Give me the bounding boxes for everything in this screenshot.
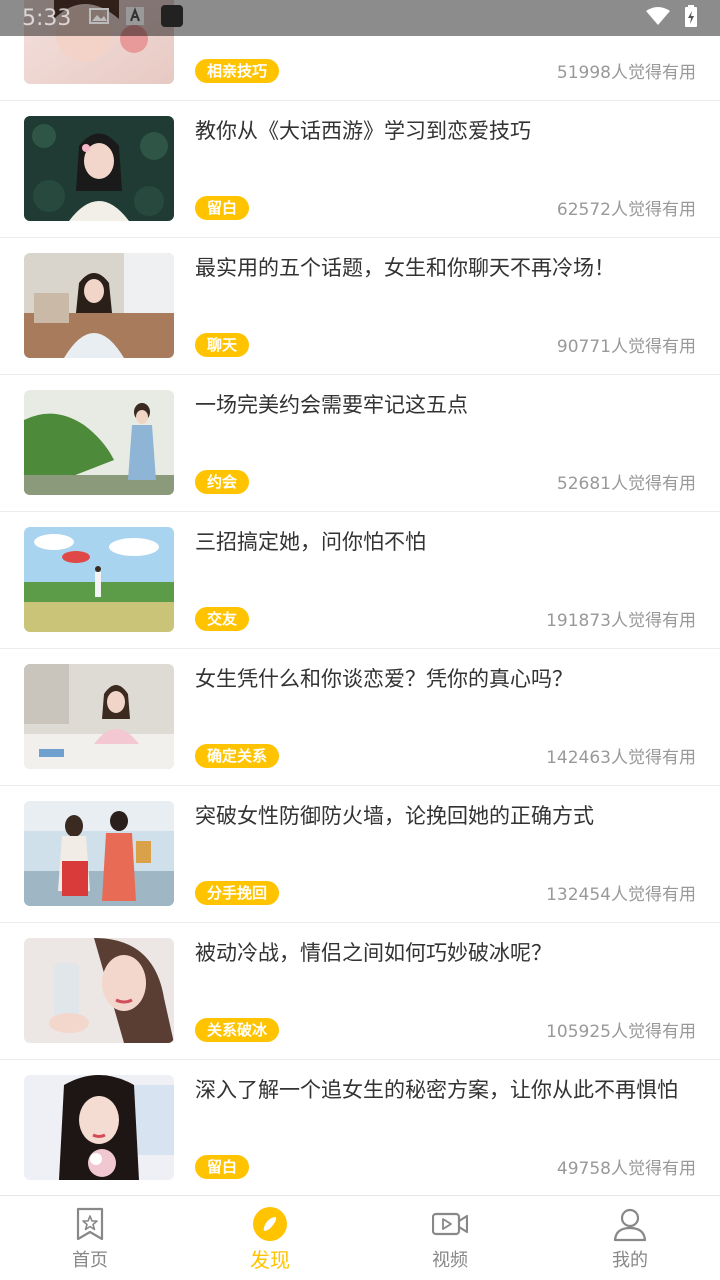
- bookmark-star-icon: [72, 1206, 108, 1242]
- useful-count: 142463人觉得有用: [546, 748, 696, 768]
- wifi-icon: [646, 7, 670, 29]
- bottom-tab-bar: 首页 发现 视频 我的: [0, 1195, 720, 1280]
- useful-count: 105925人觉得有用: [546, 1022, 696, 1042]
- tab-mine[interactable]: 我的: [540, 1196, 720, 1280]
- article-tag: 确定关系: [195, 744, 280, 768]
- compass-icon: [252, 1206, 288, 1242]
- status-bar: 5:33: [0, 0, 720, 36]
- article-thumbnail: [24, 938, 174, 1043]
- useful-count: 52681人觉得有用: [556, 474, 696, 494]
- article-tag: 留白: [195, 196, 250, 220]
- article-title: 最实用的五个话题，女生和你聊天不再冷场！: [195, 256, 615, 280]
- article-item[interactable]: 最实用的五个话题，女生和你聊天不再冷场！ 聊天 90771人觉得有用: [0, 238, 720, 375]
- article-item[interactable]: 一场完美约会需要牢记这五点 约会 52681人觉得有用: [0, 375, 720, 512]
- user-icon: [612, 1206, 648, 1242]
- article-thumbnail: [24, 801, 174, 906]
- article-tag: 相亲技巧: [195, 59, 280, 83]
- article-item[interactable]: 被动冷战，情侣之间如何巧妙破冰呢？ 关系破冰 105925人觉得有用: [0, 923, 720, 1060]
- tab-discover[interactable]: 发现: [180, 1196, 360, 1280]
- article-title: 教你从《大话西游》学习到恋爱技巧: [195, 119, 531, 143]
- tab-label: 发现: [250, 1248, 290, 1272]
- article-thumbnail: [24, 1075, 174, 1180]
- article-title: 女生凭什么和你谈恋爱？凭你的真心吗？: [195, 667, 573, 691]
- tab-video[interactable]: 视频: [360, 1196, 540, 1280]
- article-item[interactable]: 深入了解一个追女生的秘密方案，让你从此不再惧怕 留白 49758人觉得有用: [0, 1060, 720, 1197]
- article-tag: 约会: [195, 470, 250, 494]
- battery-icon: [684, 5, 698, 31]
- tab-home[interactable]: 首页: [0, 1196, 180, 1280]
- font-icon: [125, 6, 145, 30]
- article-thumbnail: [24, 116, 174, 221]
- article-tag: 交友: [195, 607, 250, 631]
- article-thumbnail: [24, 253, 174, 358]
- article-tag: 留白: [195, 1155, 250, 1179]
- article-title: 被动冷战，情侣之间如何巧妙破冰呢？: [195, 941, 552, 965]
- useful-count: 132454人觉得有用: [546, 885, 696, 905]
- article-thumbnail: [24, 527, 174, 632]
- article-tag: 关系破冰: [195, 1018, 280, 1042]
- gallery-icon: [89, 7, 110, 29]
- article-item[interactable]: 三招搞定她，问你怕不怕 交友 191873人觉得有用: [0, 512, 720, 649]
- article-list: 相亲技巧 51998人觉得有用 教你从《大话西游》学习到恋爱技巧 留白 6257…: [0, 0, 720, 1197]
- useful-count: 90771人觉得有用: [556, 337, 696, 357]
- article-tag: 聊天: [195, 333, 250, 357]
- article-thumbnail: [24, 664, 174, 769]
- useful-count: 51998人觉得有用: [556, 63, 696, 83]
- status-time: 5:33: [22, 5, 72, 31]
- article-item[interactable]: 教你从《大话西游》学习到恋爱技巧 留白 62572人觉得有用: [0, 101, 720, 238]
- article-thumbnail: [24, 390, 174, 495]
- article-title: 突破女性防御防火墙，论挽回她的正确方式: [195, 804, 594, 828]
- tab-label: 首页: [72, 1250, 108, 1271]
- article-item[interactable]: 突破女性防御防火墙，论挽回她的正确方式 分手挽回 132454人觉得有用: [0, 786, 720, 923]
- tab-label: 我的: [612, 1250, 648, 1271]
- useful-count: 191873人觉得有用: [546, 611, 696, 631]
- article-title: 一场完美约会需要牢记这五点: [195, 393, 468, 417]
- article-tag: 分手挽回: [195, 881, 280, 905]
- article-title: 深入了解一个追女生的秘密方案，让你从此不再惧怕: [195, 1078, 678, 1102]
- video-camera-icon: [431, 1206, 469, 1242]
- article-item[interactable]: 女生凭什么和你谈恋爱？凭你的真心吗？ 确定关系 142463人觉得有用: [0, 649, 720, 786]
- tab-label: 视频: [432, 1250, 468, 1271]
- useful-count: 49758人觉得有用: [556, 1159, 696, 1179]
- article-title: 三招搞定她，问你怕不怕: [195, 530, 426, 554]
- app-notification-icon: [161, 5, 184, 31]
- useful-count: 62572人觉得有用: [556, 200, 696, 220]
